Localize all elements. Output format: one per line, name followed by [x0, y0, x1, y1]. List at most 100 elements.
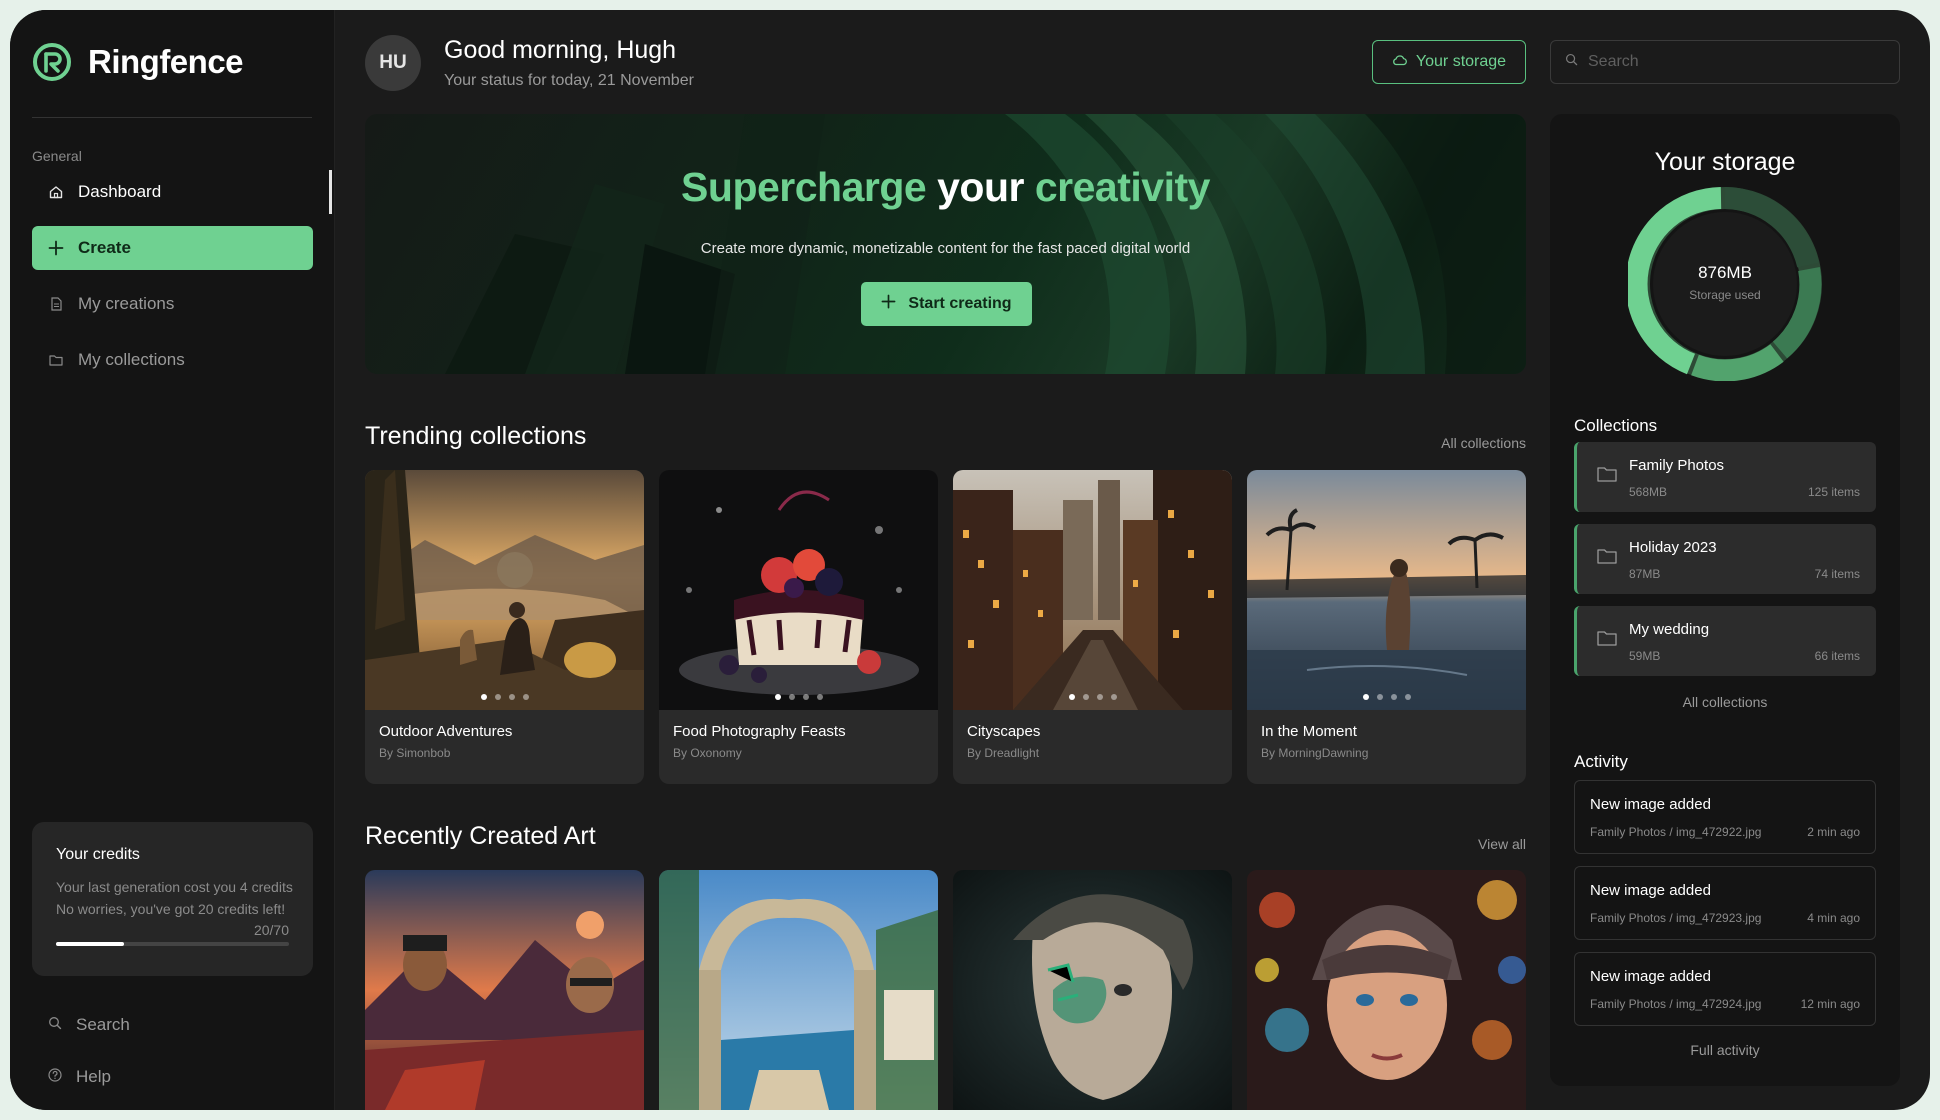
collection-item-holiday-2023[interactable]: Holiday 2023 87MB 74 items: [1574, 524, 1876, 594]
help-icon: [48, 1067, 62, 1087]
collection-author: By MorningDawning: [1261, 746, 1369, 760]
art-thumbnail[interactable]: [659, 870, 938, 1110]
search-icon: [1565, 53, 1578, 71]
folder-icon: [1597, 466, 1617, 487]
hero-title-word-1: Supercharge: [681, 164, 927, 210]
ringfence-logo-icon: [33, 43, 71, 81]
sidebar-item-dashboard[interactable]: Dashboard: [32, 170, 332, 214]
logo[interactable]: Ringfence: [32, 42, 244, 82]
activity-path: Family Photos / img_472923.jpg: [1590, 911, 1762, 925]
activity-time: 12 min ago: [1800, 997, 1860, 1011]
activity-path: Family Photos / img_472922.jpg: [1590, 825, 1762, 839]
sidebar-divider: [32, 117, 312, 118]
recently-created-art-title: Recently Created Art: [365, 822, 596, 850]
search-input[interactable]: [1588, 53, 1888, 71]
hero-banner: Supercharge your creativity Create more …: [365, 114, 1526, 374]
collection-card[interactable]: Outdoor Adventures By Simonbob: [365, 470, 644, 784]
collection-card[interactable]: Food Photography Feasts By Oxonomy: [659, 470, 938, 784]
activity-item[interactable]: New image added Family Photos / img_4729…: [1574, 952, 1876, 1026]
collection-item-my-wedding[interactable]: My wedding 59MB 66 items: [1574, 606, 1876, 676]
collection-author: By Dreadlight: [967, 746, 1040, 760]
activity-title: New image added: [1590, 968, 1711, 985]
folder-icon: [1597, 630, 1617, 651]
sidebar-search-label: Search: [76, 1015, 130, 1034]
credits-progress-track: [56, 942, 289, 946]
app-window: Ringfence General Dashboard Create My cr…: [10, 10, 1930, 1110]
status-date: Your status for today, 21 November: [444, 72, 694, 89]
trending-collections-title: Trending collections: [365, 422, 587, 450]
collection-name: Holiday 2023: [1629, 539, 1717, 556]
sidebar-search[interactable]: Search: [32, 1015, 130, 1035]
hero-subtitle: Create more dynamic, monetizable content…: [700, 240, 1191, 257]
hero-title-word-3: creativity: [1034, 164, 1211, 210]
sidebar-item-label: My creations: [78, 294, 175, 313]
credits-cost-text: Your last generation cost you 4 credits: [56, 879, 293, 895]
hero-title: Supercharge your creativity: [365, 164, 1526, 211]
sidebar-section-label: General: [32, 148, 82, 164]
collection-name: Family Photos: [1629, 457, 1725, 474]
folder-icon: [1597, 548, 1617, 569]
sidebar-item-create[interactable]: Create: [32, 226, 313, 270]
plus-icon: [48, 240, 64, 256]
art-thumbnail[interactable]: [365, 870, 644, 1110]
all-collections-link[interactable]: All collections: [1550, 694, 1900, 710]
credits-card: Your credits Your last generation cost y…: [32, 822, 313, 976]
full-activity-link[interactable]: Full activity: [1550, 1042, 1900, 1058]
sidebar-item-my-creations[interactable]: My creations: [32, 282, 313, 326]
storage-panel: Your storage 876MB Storage used Collecti…: [1550, 114, 1900, 1086]
hero-title-word-2: your: [937, 164, 1024, 210]
sidebar: Ringfence General Dashboard Create My cr…: [10, 10, 335, 1110]
activity-path: Family Photos / img_472924.jpg: [1590, 997, 1762, 1011]
all-collections-link[interactable]: All collections: [1441, 435, 1526, 451]
plus-icon: [881, 294, 896, 314]
collection-thumbnail: [953, 470, 1232, 710]
sidebar-item-label: My collections: [78, 350, 185, 369]
collection-card[interactable]: In the Moment By MorningDawning: [1247, 470, 1526, 784]
sidebar-help-label: Help: [76, 1067, 111, 1086]
greeting: Good morning, Hugh: [444, 36, 677, 64]
collection-author: By Simonbob: [379, 746, 451, 760]
storage-used-value: 876MB: [1698, 263, 1752, 282]
carousel-dots: [1247, 694, 1526, 700]
storage-donut-chart: [1628, 187, 1822, 381]
your-storage-button[interactable]: Your storage: [1372, 40, 1526, 84]
collection-title: Food Photography Feasts: [673, 723, 846, 740]
sidebar-help[interactable]: Help: [32, 1067, 111, 1087]
search-icon: [48, 1015, 62, 1035]
activity-title: New image added: [1590, 882, 1711, 899]
collection-item-family-photos[interactable]: Family Photos 568MB 125 items: [1574, 442, 1876, 512]
activity-title: New image added: [1590, 796, 1711, 813]
collection-items: 125 items: [1807, 485, 1860, 499]
collections-heading: Collections: [1574, 416, 1658, 435]
collection-size: 87MB: [1629, 567, 1661, 581]
collection-thumbnail: [1247, 470, 1526, 710]
start-creating-label: Start creating: [908, 295, 1012, 312]
activity-time: 4 min ago: [1807, 911, 1860, 925]
avatar[interactable]: HU: [365, 35, 421, 91]
activity-heading: Activity: [1574, 752, 1628, 771]
carousel-dots: [953, 694, 1232, 700]
activity-item[interactable]: New image added Family Photos / img_4729…: [1574, 866, 1876, 940]
sidebar-item-label: Create: [78, 238, 131, 257]
collection-items: 66 items: [1814, 649, 1860, 663]
start-creating-button[interactable]: Start creating: [861, 282, 1032, 326]
folder-icon: [48, 352, 64, 368]
header-search[interactable]: [1550, 40, 1900, 84]
collection-items: 74 items: [1814, 567, 1860, 581]
collection-size: 568MB: [1629, 485, 1668, 499]
sidebar-item-my-collections[interactable]: My collections: [32, 338, 313, 382]
activity-item[interactable]: New image added Family Photos / img_4729…: [1574, 780, 1876, 854]
collection-card[interactable]: Cityscapes By Dreadlight: [953, 470, 1232, 784]
collection-size: 59MB: [1629, 649, 1661, 663]
storage-title: Your storage: [1654, 148, 1796, 176]
credits-count: 20/70: [253, 922, 289, 938]
art-thumbnail[interactable]: [1247, 870, 1526, 1110]
collection-title: Cityscapes: [967, 723, 1041, 740]
your-storage-label: Your storage: [1415, 53, 1507, 70]
storage-used-label: Storage used: [1689, 288, 1761, 302]
credits-progress-fill: [56, 942, 124, 946]
art-thumbnail[interactable]: [953, 870, 1232, 1110]
collection-title: In the Moment: [1261, 723, 1357, 740]
view-all-link[interactable]: View all: [1478, 836, 1526, 852]
home-icon: [48, 184, 64, 200]
